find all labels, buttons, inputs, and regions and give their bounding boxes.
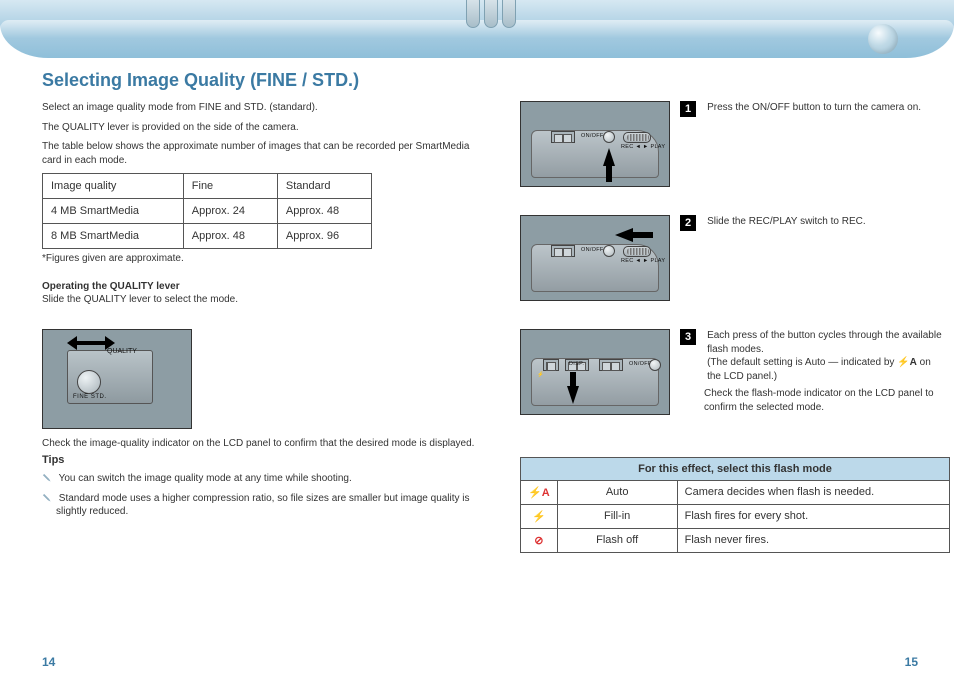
fig-label-onoff: ON/OFF (581, 247, 604, 253)
tip-text: Standard mode uses a higher compression … (56, 493, 470, 518)
fig-label-disp: DISP. (569, 361, 584, 367)
page-number-right: 15 (905, 655, 918, 669)
table-cell: Approx. 96 (277, 224, 371, 249)
pencil-icon (40, 471, 54, 485)
arrow-up-icon (603, 148, 615, 166)
step2-text: Slide the REC/PLAY switch to REC. (707, 215, 947, 229)
onoff-button-icon (603, 131, 615, 143)
flash-icon-cell: ⚡ (521, 505, 558, 529)
table-cell: 8 MB SmartMedia (43, 224, 184, 249)
table-cell: Fine (183, 174, 277, 199)
tips-block: Tips You can switch the image quality mo… (42, 454, 482, 519)
right-column: . ON/OFF REC ◄ ► PLAY 1 Press the ON/OFF… (520, 70, 954, 553)
binding-ring (484, 0, 498, 28)
onoff-button-icon (603, 245, 615, 257)
table-cell: Approx. 24 (183, 199, 277, 224)
onoff-button-icon (649, 359, 661, 371)
flash-mode-table: For this effect, select this flash mode … (520, 457, 950, 553)
binding-ring (502, 0, 516, 28)
table-cell: 4 MB SmartMedia (43, 199, 184, 224)
flash-desc-cell: Camera decides when flash is needed. (677, 481, 949, 505)
page-number-left: 14 (42, 655, 55, 669)
recplay-slider-icon (623, 132, 651, 143)
step2-figure: ON/OFF REC ◄ ► PLAY (520, 215, 670, 301)
arrow-left-icon (615, 228, 633, 242)
binding-ring (466, 0, 480, 28)
binding-hole (868, 24, 898, 54)
flash-icon-cell: ⊘ (521, 529, 558, 553)
lock-pair-icon (551, 131, 575, 143)
flash-mode-cell: Auto (557, 481, 677, 505)
flash-table-head: For this effect, select this flash mode (521, 458, 950, 481)
quality-table-footnote: *Figures given are approximate. (42, 252, 482, 266)
quality-lead-2: The QUALITY lever is provided on the sid… (42, 121, 482, 135)
section-heading-quality: Selecting Image Quality (FINE / STD.) (42, 70, 482, 91)
tip-text: You can switch the image quality mode at… (59, 473, 352, 484)
fig-label-recplay: REC ◄ ► PLAY (621, 144, 665, 150)
step-1: ON/OFF REC ◄ ► PLAY 1 Press the ON/OFF b… (520, 101, 950, 197)
step-number-badge: 1 (680, 101, 696, 117)
flash-desc-cell: Flash fires for every shot. (677, 505, 949, 529)
quality-lever-figure: QUALITY FINE STD. (42, 329, 192, 429)
step-number-badge: 2 (680, 215, 696, 231)
lock-pair-icon (551, 245, 575, 257)
fig-label-recplay: REC ◄ ► PLAY (621, 258, 665, 264)
flash-mode-cell: Fill-in (557, 505, 677, 529)
left-column: Selecting Image Quality (FINE / STD.) Se… (42, 70, 482, 525)
tip-item: Standard mode uses a higher compression … (56, 492, 482, 519)
step-3: ⚡ DISP. ON/OFF 3 Each press of the butto… (520, 329, 950, 439)
quality-table-note: The table below shows the approximate nu… (42, 140, 482, 167)
quality-dial-icon (77, 370, 101, 394)
table-cell: Approx. 48 (183, 224, 277, 249)
double-arrow-icon (69, 336, 113, 350)
quality-capacity-table: Image quality Fine Standard 4 MB SmartMe… (42, 173, 372, 249)
fig-label-onoff: ON/OFF (581, 133, 604, 139)
arrow-down-icon (567, 386, 579, 404)
binding-banner (0, 0, 954, 58)
step-2: ON/OFF REC ◄ ► PLAY 2 Slide the REC/PLAY… (520, 215, 950, 311)
step3-note: Check the flash-mode indicator on the LC… (704, 387, 950, 414)
step1-figure: ON/OFF REC ◄ ► PLAY (520, 101, 670, 187)
flash-desc-cell: Flash never fires. (677, 529, 949, 553)
step3-figure: ⚡ DISP. ON/OFF (520, 329, 670, 415)
quality-op-title: Operating the QUALITY lever (42, 280, 482, 294)
flash-mode-cell: Flash off (557, 529, 677, 553)
step3-text: Each press of the button cycles through … (707, 329, 947, 383)
flash-icon-cell: ⚡A (521, 481, 558, 505)
step-number-badge: 3 (680, 329, 696, 345)
tips-heading: Tips (56, 454, 482, 466)
tip-item: You can switch the image quality mode at… (56, 472, 482, 486)
flash-auto-icon: ⚡A (897, 357, 917, 368)
lock-pair-icon (599, 359, 623, 371)
table-cell: Standard (277, 174, 371, 199)
pencil-icon (40, 491, 54, 505)
table-cell: Image quality (43, 174, 184, 199)
quality-fine-std-label: FINE STD. (73, 394, 107, 400)
step1-text: Press the ON/OFF button to turn the came… (707, 101, 947, 115)
flash-button-icon (543, 359, 559, 371)
quality-op-step2: Check the image-quality indicator on the… (42, 437, 482, 451)
recplay-slider-icon (623, 246, 651, 257)
table-cell: Approx. 48 (277, 199, 371, 224)
quality-op-step1: Slide the QUALITY lever to select the mo… (42, 293, 482, 307)
quality-lead-1: Select an image quality mode from FINE a… (42, 101, 482, 115)
